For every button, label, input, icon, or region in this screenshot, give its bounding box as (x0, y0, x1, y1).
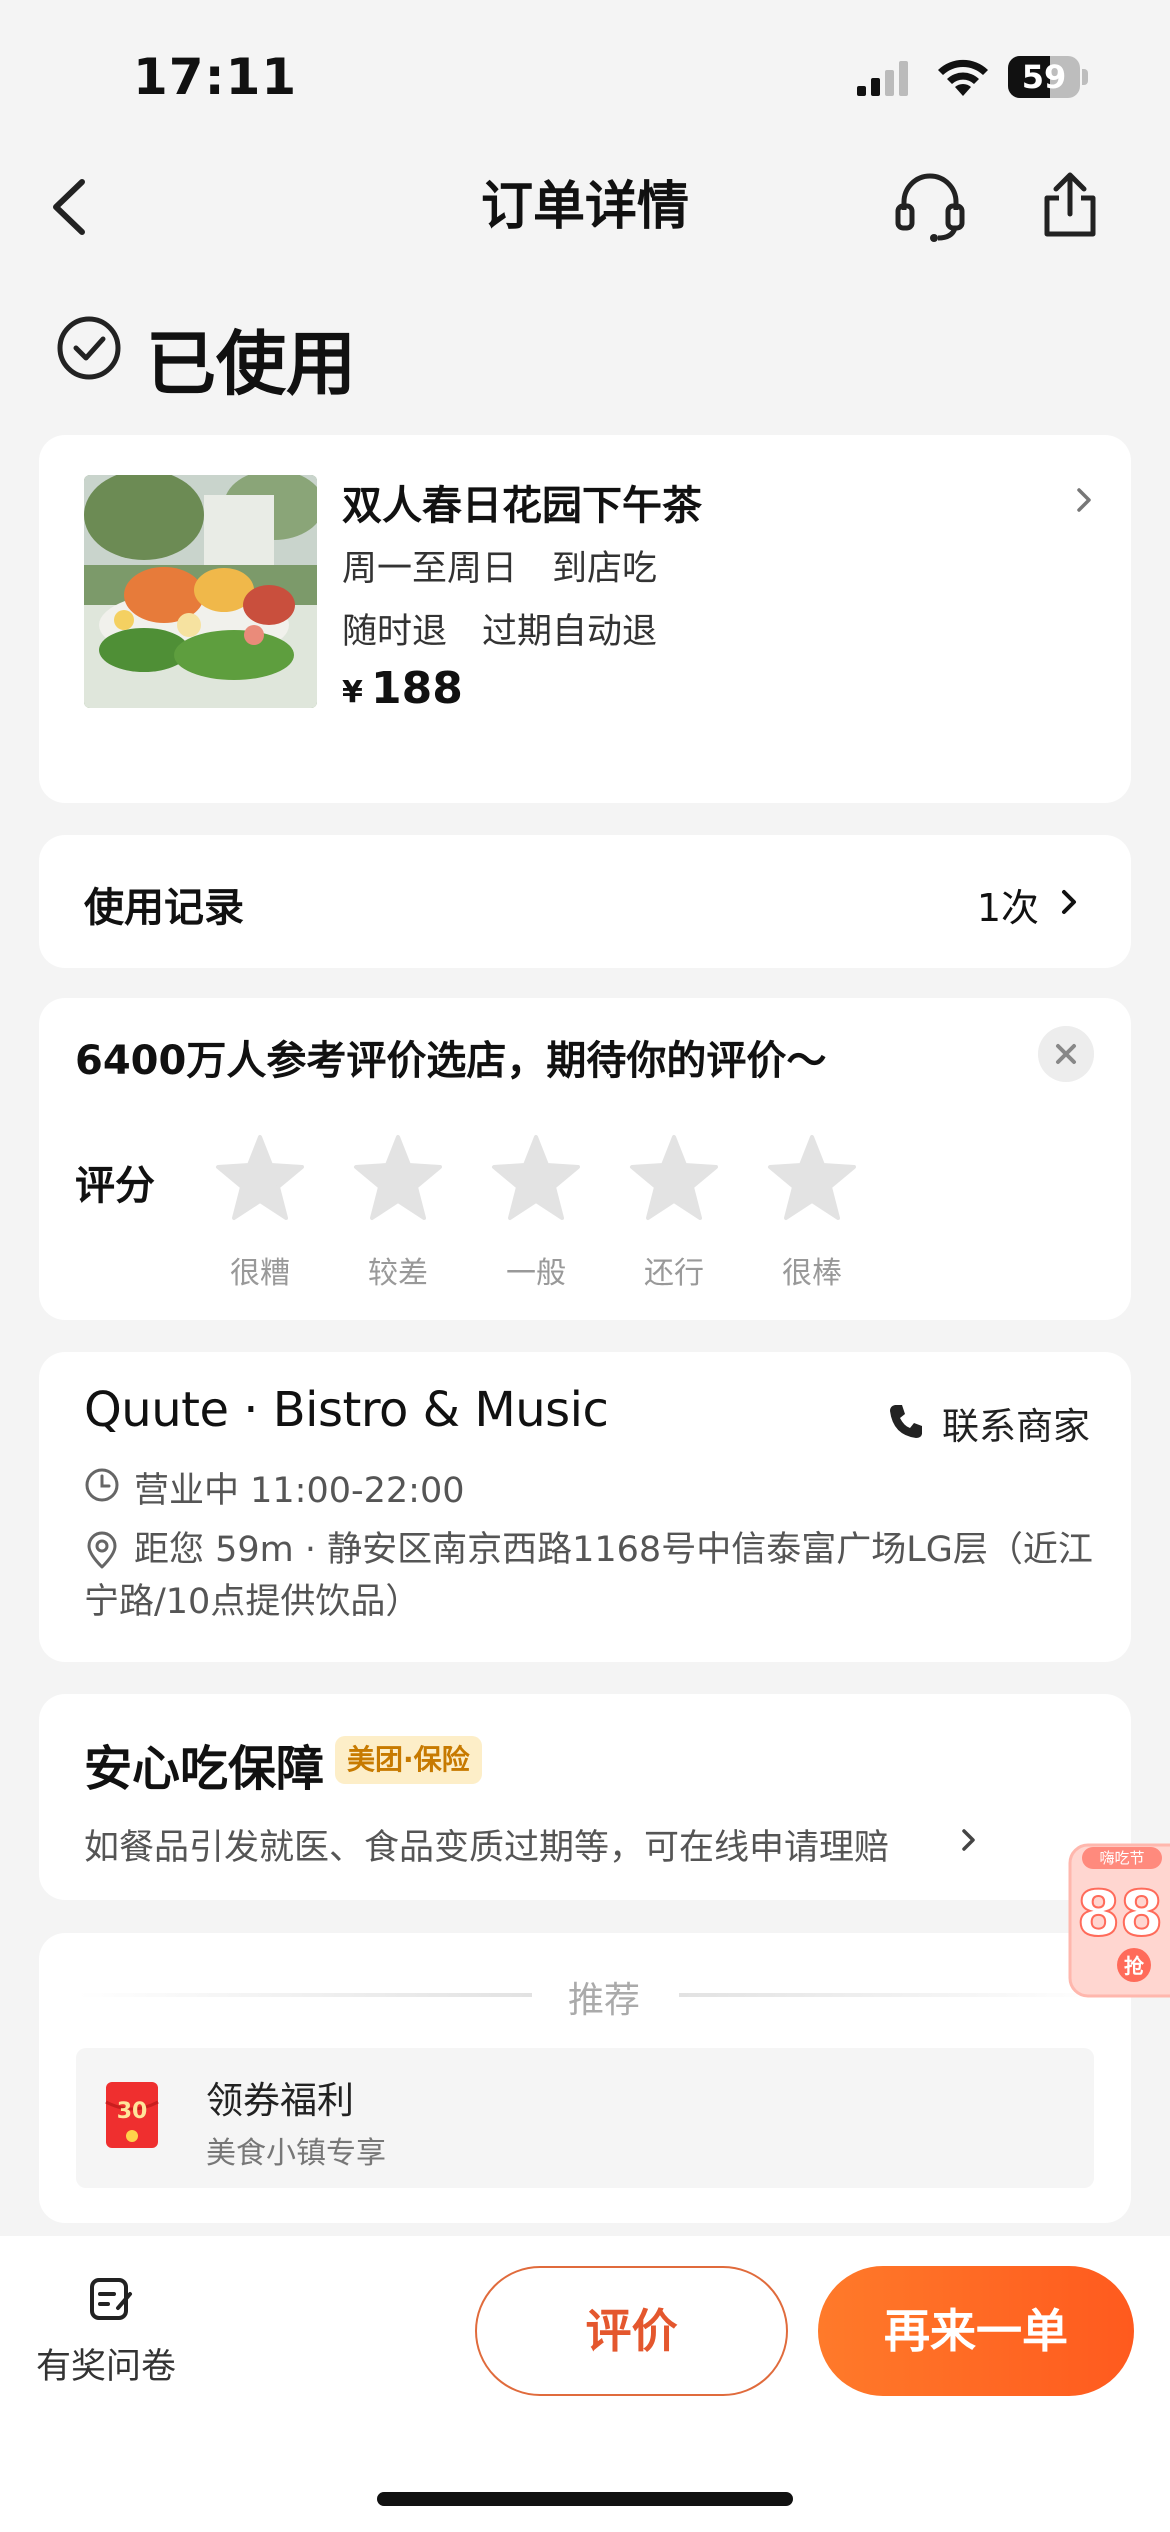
guarantee-title: 安心吃保障 (84, 1741, 325, 1797)
rating-label: 评分 (75, 1163, 155, 1209)
check-circle-icon (57, 316, 121, 380)
merchant-card: Quute · Bistro & Music 联系商家 营业中 11:00-22… (39, 1352, 1131, 1662)
chevron-right-icon (1062, 890, 1076, 914)
divider (77, 1993, 532, 1997)
review-prompt: 6400万人参考评价选店，期待你的评价～ (75, 1038, 827, 1084)
clock-icon (85, 1468, 119, 1502)
reorder-button[interactable]: 再来一单 (818, 2266, 1134, 2396)
share-icon[interactable] (1035, 168, 1105, 242)
red-envelope-coupon-icon: 30 (105, 2082, 159, 2148)
star-label-3: 一般 (506, 1256, 566, 1291)
star-icon-2[interactable] (352, 1133, 444, 1223)
merchant-name[interactable]: Quute · Bistro & Music (84, 1382, 609, 1438)
product-image (84, 475, 317, 708)
bottom-action-bar: 有奖问卷 评价 再来一单 (0, 2236, 1170, 2532)
guarantee-description: 如餐品引发就医、食品变质过期等，可在线申请理赔 (84, 1828, 890, 1868)
phone-icon[interactable] (887, 1402, 925, 1440)
coupon-title: 领券福利 (206, 2079, 354, 2122)
star-label-5: 很棒 (782, 1256, 842, 1291)
star-label-4: 还行 (644, 1256, 704, 1291)
star-icon-1[interactable] (214, 1133, 306, 1223)
floating-promo-badge[interactable]: 嗨吃节 88 抢 (1068, 1843, 1170, 1998)
customer-service-icon[interactable] (890, 170, 970, 244)
battery-icon: 59 (1008, 56, 1088, 98)
battery-level: 59 (1021, 58, 1067, 96)
promo-badge-action: 抢 (1124, 1954, 1145, 1978)
star-label-1: 很糟 (230, 1256, 290, 1291)
guarantee-card[interactable]: 安心吃保障 美团·保险 如餐品引发就医、食品变质过期等，可在线申请理赔 (39, 1694, 1131, 1900)
product-title: 双人春日花园下午茶 (342, 483, 702, 529)
recommend-title: 推荐 (567, 1980, 640, 2021)
coupon-icon-text: 30 (117, 2099, 148, 2124)
status-time: 17:11 (133, 48, 298, 106)
star-icon-3[interactable] (490, 1133, 582, 1223)
product-card[interactable]: 双人春日花园下午茶 周一至周日 到店吃 随时退 过期自动退 ¥ 188 (39, 435, 1131, 803)
coupon-subtitle: 美食小镇专享 (206, 2136, 386, 2171)
promo-badge-value: 88 (1077, 1877, 1163, 1950)
usage-record-row[interactable]: 使用记录 1次 (39, 835, 1131, 968)
usage-record-label: 使用记录 (84, 885, 244, 931)
coupon-promo-item[interactable]: 30 领券福利 美食小镇专享 (76, 2048, 1094, 2188)
chevron-right-icon (962, 1829, 975, 1851)
back-button[interactable] (40, 170, 100, 244)
recommend-section: 推荐 30 领券福利 美食小镇专享 (39, 1933, 1131, 2223)
contact-merchant-button[interactable]: 联系商家 (942, 1396, 1090, 1450)
close-icon[interactable] (1038, 1026, 1094, 1082)
home-indicator (377, 2492, 793, 2506)
review-button[interactable]: 评价 (475, 2266, 788, 2396)
divider (679, 1993, 1099, 1997)
business-hours: 营业中 11:00-22:00 (134, 1471, 465, 1511)
survey-icon[interactable] (88, 2276, 134, 2322)
page-title: 订单详情 (480, 177, 689, 237)
price-value: 188 (371, 663, 463, 714)
wifi-icon (938, 59, 988, 96)
insurance-badge: 美团·保险 (335, 1736, 482, 1784)
star-label-2: 较差 (368, 1256, 428, 1291)
star-icon-5[interactable] (766, 1133, 858, 1223)
usage-record-count: 1次 (976, 886, 1039, 930)
product-refund-policy: 随时退 过期自动退 (342, 612, 658, 652)
merchant-address[interactable]: 距您 59m · 静安区南京西路1168号中信泰富广场LG层（近江宁路/10点提… (84, 1524, 1114, 1628)
chevron-right-icon (1077, 488, 1091, 512)
promo-badge-top-text: 嗨吃节 (1099, 1849, 1144, 1867)
product-availability: 周一至周日 到店吃 (342, 549, 658, 589)
cellular-signal-icon (857, 61, 908, 96)
survey-label[interactable]: 有奖问卷 (36, 2338, 176, 2389)
order-status-label: 已使用 (146, 323, 356, 405)
review-card: 6400万人参考评价选店，期待你的评价～ 评分 很糟 较差 一般 还行 很棒 (39, 998, 1131, 1320)
star-icon-4[interactable] (628, 1133, 720, 1223)
price-currency: ¥ (342, 675, 363, 710)
